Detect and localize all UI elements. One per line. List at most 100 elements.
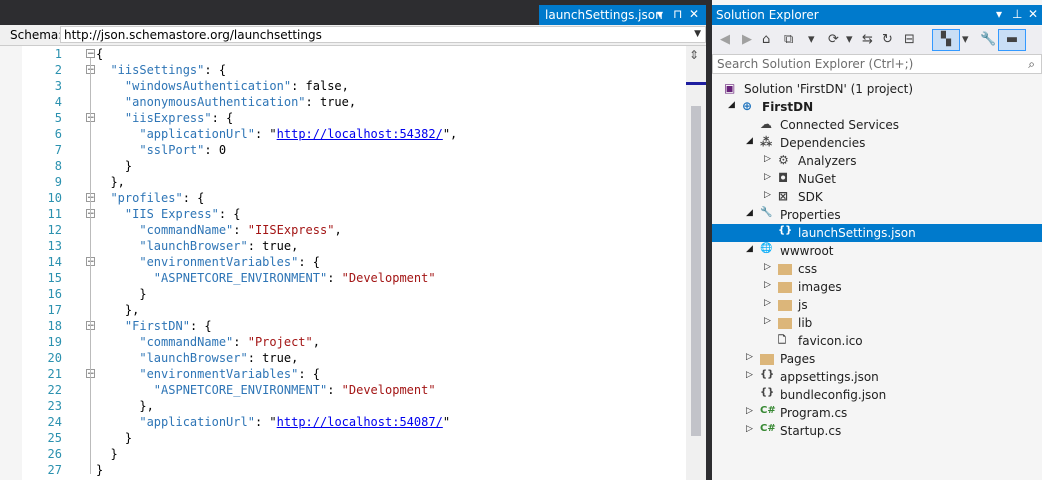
code-line[interactable]: "applicationUrl": "http://localhost:5408… [96,414,686,430]
code-editor[interactable]: 1 2 3 4 5 6 7 8 9 10 11 12 13 14 15 16 17 18 19 20 21 22 23 24 2… [0,46,706,480]
tree-item[interactable]: {} launchSettings.json [712,224,1042,242]
chevron-down-icon[interactable]: ▾ [808,32,815,47]
code-line[interactable]: "ASPNETCORE_ENVIRONMENT": "Development" [96,270,686,286]
refresh-icon[interactable]: ↻ [882,32,893,47]
chevron-down-icon[interactable]: ▾ [962,32,969,47]
tree-item[interactable]: ◢ ⁂ Dependencies [712,134,1042,152]
close-icon[interactable]: ✕ [689,7,699,21]
tree-item[interactable]: ▷ ⚙ Analyzers [712,152,1042,170]
tree-item[interactable]: ▣ Solution 'FirstDN' (1 project) [712,80,1042,98]
code-line[interactable]: "commandName": "IISExpress", [96,222,686,238]
code-line[interactable]: } [96,158,686,174]
back-icon[interactable]: ◀ [720,32,730,47]
collapsed-arrow-icon[interactable]: ▷ [764,154,771,164]
collapsed-arrow-icon[interactable]: ▷ [764,262,771,272]
code-line[interactable]: "sslPort": 0 [96,142,686,158]
sync-icon[interactable]: ⇆ [862,32,873,47]
chevron-down-icon[interactable]: ▾ [846,32,853,47]
code-line[interactable]: "commandName": "Project", [96,334,686,350]
expanded-arrow-icon[interactable]: ◢ [728,100,735,110]
search-icon[interactable]: ⌕ [1028,57,1035,72]
tree-item[interactable]: ◢ 🌐 wwwroot [712,242,1042,260]
tree-item[interactable]: ▷ js [712,296,1042,314]
code-line[interactable]: } [96,430,686,446]
code-line[interactable]: "environmentVariables": { [96,254,686,270]
collapsed-arrow-icon[interactable]: ▷ [746,352,753,362]
code-line[interactable]: "profiles": { [96,190,686,206]
tree-item[interactable]: ▷ ⊠ SDK [712,188,1042,206]
code-line[interactable]: }, [96,174,686,190]
collapsed-arrow-icon[interactable]: ▷ [764,298,771,308]
pin-icon[interactable]: ⊥ [1012,7,1022,21]
code-line[interactable]: }, [96,302,686,318]
tree-item[interactable]: 🗋 favicon.ico [712,332,1042,350]
search-input[interactable]: Search Solution Explorer (Ctrl+;) ⌕ [712,54,1042,74]
tree-item[interactable]: ▷ C# Startup.cs [712,422,1042,440]
collapsed-arrow-icon[interactable]: ▷ [746,424,753,434]
expanded-arrow-icon[interactable]: ◢ [746,244,753,254]
json-file-icon: {} [760,387,775,398]
code-token: "sslPort" [139,143,205,157]
collapsed-arrow-icon[interactable]: ▷ [764,190,771,200]
pin-icon[interactable]: ⊓ [673,7,682,21]
code-line[interactable]: "environmentVariables": { [96,366,686,382]
code-line[interactable]: "iisSettings": { [96,62,686,78]
forward-icon[interactable]: ▶ [742,32,752,47]
tree-item[interactable]: ▷ css [712,260,1042,278]
code-line[interactable]: } [96,462,686,478]
collapsed-arrow-icon[interactable]: ▷ [746,406,753,416]
tab-launchsettings[interactable]: launchSettings.json ▾ ⊓ ✕ [539,5,707,25]
dropdown-icon[interactable]: ▾ [996,7,1002,21]
code-line[interactable]: "launchBrowser": true, [96,238,686,254]
dropdown-icon[interactable]: ▾ [657,7,663,21]
code-line[interactable]: "ASPNETCORE_ENVIRONMENT": "Development" [96,382,686,398]
tree-item[interactable]: ☁ Connected Services [712,116,1042,134]
code-line[interactable]: "anonymousAuthentication": true, [96,94,686,110]
tree-item[interactable]: ▷ Pages [712,350,1042,368]
preview-icon[interactable]: ▬ [998,29,1026,51]
code-line[interactable]: "launchBrowser": true, [96,350,686,366]
code-line[interactable]: "windowsAuthentication": false, [96,78,686,94]
url-link[interactable]: http://localhost:54087/ [277,415,443,429]
home-icon[interactable]: ⌂ [762,32,770,47]
code-line[interactable]: } [96,286,686,302]
code-line[interactable]: "FirstDN": { [96,318,686,334]
url-link[interactable]: http://localhost:54382/ [277,127,443,141]
tree-item[interactable]: ▷ ◘ NuGet [712,170,1042,188]
tree-item[interactable]: {} bundleconfig.json [712,386,1042,404]
close-icon[interactable]: ✕ [1028,7,1038,21]
scrollbar-thumb[interactable] [691,106,701,436]
code-line[interactable]: { [96,46,686,62]
chevron-down-icon[interactable]: ▼ [694,29,701,39]
collapsed-arrow-icon[interactable]: ▷ [746,370,753,380]
switch-views-icon[interactable]: ⧉ [784,32,793,47]
schema-url-field[interactable]: http://json.schemastore.org/launchsettin… [60,26,706,43]
tree-item[interactable]: ▷ {} appsettings.json [712,368,1042,386]
tree-item[interactable]: ▷ images [712,278,1042,296]
tree-item[interactable]: ▷ C# Program.cs [712,404,1042,422]
show-all-files-icon[interactable]: ▚ [932,29,960,51]
code-line[interactable]: "IIS Express": { [96,206,686,222]
properties-wrench-icon[interactable]: 🔧 [980,32,996,47]
code-text[interactable]: { "iisSettings": { "windowsAuthenticatio… [96,46,686,478]
collapse-icon[interactable]: − [86,49,95,59]
collapsed-arrow-icon[interactable]: ▷ [764,172,771,182]
line-number: 6 [54,127,62,141]
code-line[interactable]: "iisExpress": { [96,110,686,126]
code-line[interactable]: }, [96,398,686,414]
tree-item[interactable]: ▷ lib [712,314,1042,332]
code-line[interactable]: } [96,446,686,462]
code-line[interactable]: "applicationUrl": "http://localhost:5438… [96,126,686,142]
pending-changes-icon[interactable]: ⟳ [828,32,839,47]
collapse-all-icon[interactable]: ⊟ [904,32,915,47]
expanded-arrow-icon[interactable]: ◢ [746,208,753,218]
expanded-arrow-icon[interactable]: ◢ [746,136,753,146]
collapsed-arrow-icon[interactable]: ▷ [764,316,771,326]
tree-item[interactable]: ◢ 🔧 Properties [712,206,1042,224]
tree-item[interactable]: ◢ ⊕ FirstDN [712,98,1042,116]
collapsed-arrow-icon[interactable]: ▷ [764,280,771,290]
vertical-scrollbar[interactable]: ⇕ [686,46,706,480]
split-icon[interactable]: ⇕ [689,48,699,62]
